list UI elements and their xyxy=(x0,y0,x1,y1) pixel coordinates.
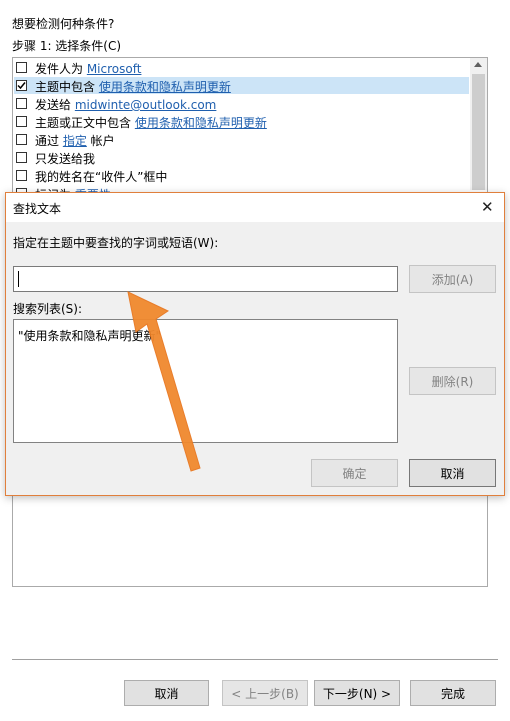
annotation-arrow-icon xyxy=(127,291,201,472)
